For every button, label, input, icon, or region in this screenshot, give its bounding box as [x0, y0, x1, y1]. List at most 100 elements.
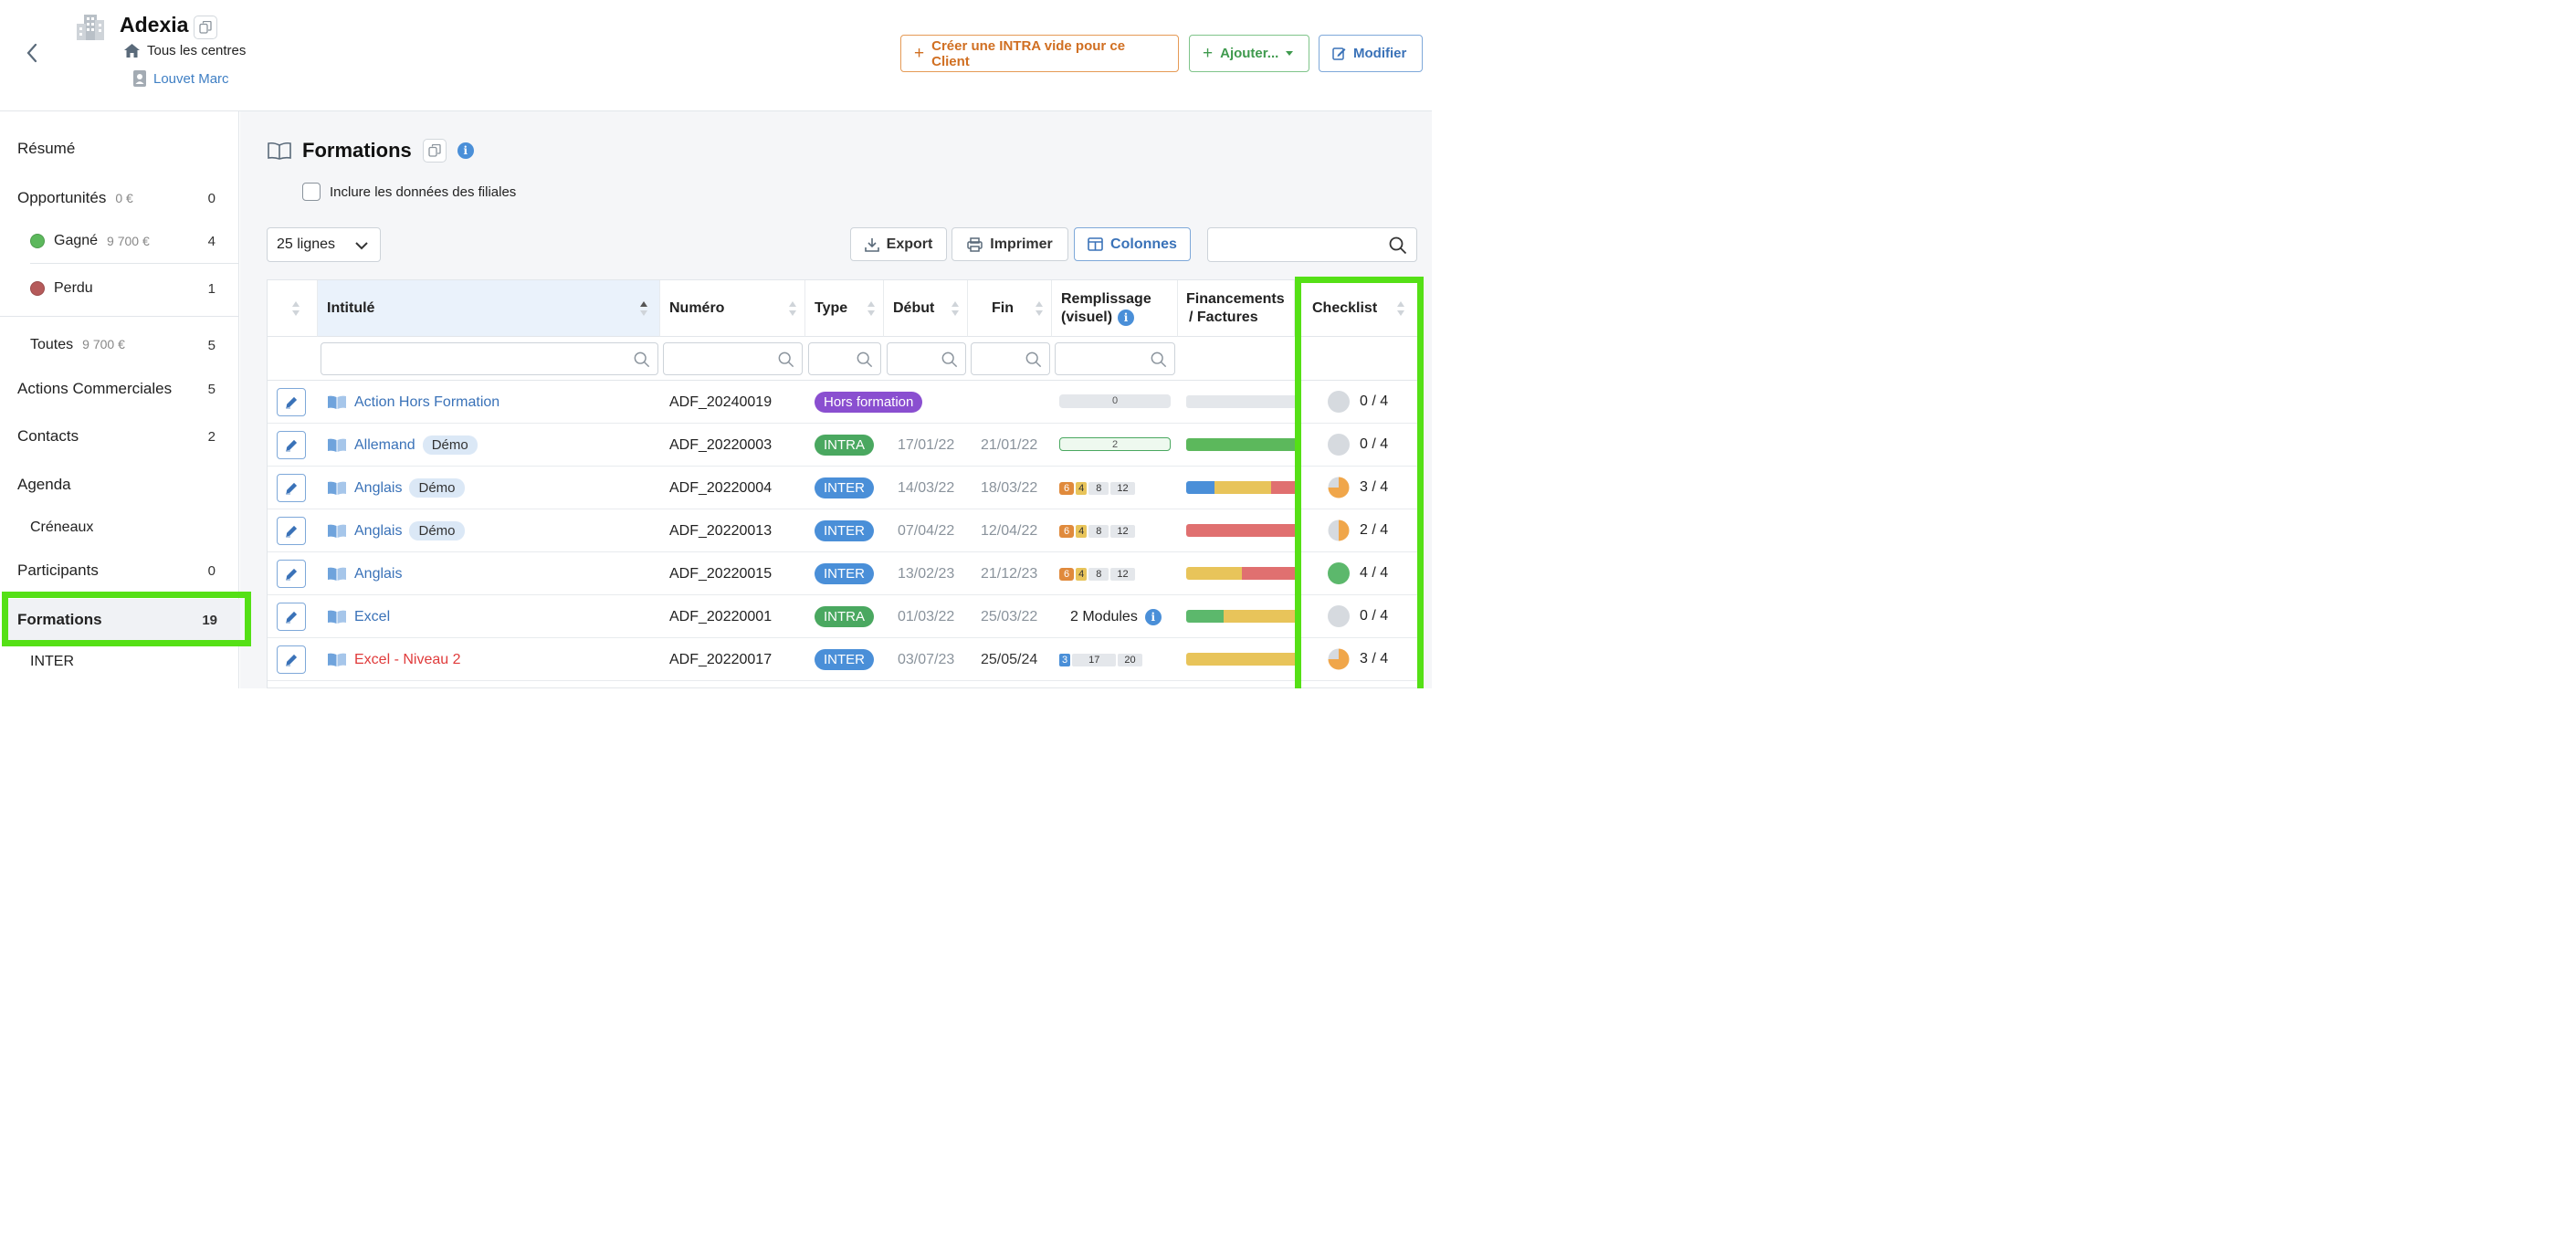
- table-row[interactable]: Anglais ADF_20220015 INTER 13/02/23 21/1…: [268, 552, 1418, 595]
- sidebar-item-label: Perdu: [54, 280, 93, 296]
- formation-title-link[interactable]: Excel - Niveau 2: [354, 652, 461, 668]
- print-label: Imprimer: [990, 236, 1053, 252]
- book-icon: [328, 610, 346, 624]
- sidebar-item-inter[interactable]: INTER: [0, 644, 239, 680]
- main-content: Formations i Inclure les données des fil…: [240, 111, 1432, 688]
- info-icon[interactable]: i: [1118, 309, 1135, 326]
- sidebar-item-contacts[interactable]: Contacts 2: [0, 418, 239, 455]
- owner-link[interactable]: Louvet Marc: [153, 71, 229, 87]
- column-header-actions[interactable]: [268, 280, 318, 337]
- highlight-checklist-column: [1295, 277, 1424, 688]
- book-icon: [328, 653, 346, 666]
- fill-segment: 8: [1088, 567, 1109, 581]
- columns-button[interactable]: Colonnes: [1074, 227, 1191, 261]
- user-badge-icon: [133, 70, 146, 87]
- create-intra-button[interactable]: + Créer une INTRA vide pour ce Client: [900, 35, 1179, 72]
- formation-title-link[interactable]: Action Hors Formation: [354, 394, 499, 411]
- column-header-intitule[interactable]: Intitulé: [318, 280, 660, 337]
- copy-button[interactable]: [194, 16, 217, 39]
- type-badge: INTRA: [815, 435, 874, 456]
- sidebar-item-opportunites[interactable]: Opportunités 0 € 0: [0, 180, 239, 216]
- column-header-type[interactable]: Type: [805, 280, 884, 337]
- column-header-financements[interactable]: Financements / Factures: [1178, 280, 1295, 337]
- info-icon[interactable]: i: [1144, 608, 1162, 625]
- sort-icon: [1036, 301, 1043, 316]
- sidebar-item-creneaux[interactable]: Créneaux: [0, 509, 239, 546]
- table-row[interactable]: Excel - Niveau 2 ADF_20220017 INTER 03/0…: [268, 638, 1418, 681]
- owner-line[interactable]: Louvet Marc: [133, 70, 229, 87]
- formation-title-link[interactable]: Anglais: [354, 566, 402, 582]
- book-icon: [328, 567, 346, 581]
- table-row[interactable]: Anglais Démo ADF_20220013 INTER 07/04/22 …: [268, 509, 1418, 552]
- column-header-numero[interactable]: Numéro: [660, 280, 805, 337]
- fill-segment: 17: [1072, 653, 1117, 666]
- rows-per-page-value: 25 lignes: [277, 236, 336, 252]
- fin-cell: 25/05/24: [981, 651, 1038, 667]
- search-icon: [857, 351, 873, 368]
- download-icon: [864, 237, 879, 252]
- sidebar-item-gagne[interactable]: Gagné 9 700 € 4: [0, 223, 239, 259]
- include-subsidiaries-row[interactable]: Inclure les données des filiales: [302, 183, 516, 201]
- sidebar-item-actions-commerciales[interactable]: Actions Commerciales 5: [0, 371, 239, 407]
- column-header-debut[interactable]: Début: [884, 280, 968, 337]
- home-icon: [124, 44, 140, 58]
- edit-row-button[interactable]: [277, 474, 306, 502]
- edit-row-button[interactable]: [277, 560, 306, 588]
- sidebar-item-resume[interactable]: Résumé: [0, 131, 239, 167]
- table-row[interactable]: Action Hors Formation ADF_20240019 Hors …: [268, 381, 1418, 424]
- filter-intitule-input[interactable]: [321, 342, 658, 375]
- edit-button[interactable]: Modifier: [1319, 35, 1423, 72]
- sidebar-item-count: 5: [207, 337, 216, 353]
- sidebar-item-count: 0: [207, 190, 216, 206]
- formation-title-link[interactable]: Excel: [354, 609, 390, 625]
- rows-per-page-select[interactable]: 25 lignes: [267, 227, 381, 262]
- caret-down-icon: [1286, 51, 1294, 56]
- table-row[interactable]: Excel ADF_20220001 INTRA 01/03/22 25/03/…: [268, 595, 1418, 638]
- export-button[interactable]: Export: [850, 227, 947, 261]
- filter-debut-input[interactable]: [887, 342, 966, 375]
- edit-row-button[interactable]: [277, 603, 306, 631]
- filter-remplissage-input[interactable]: [1055, 342, 1175, 375]
- pencil-icon: [286, 482, 298, 494]
- edit-row-button[interactable]: [277, 431, 306, 459]
- formation-title-link[interactable]: Anglais: [354, 523, 402, 540]
- sidebar-item-participants[interactable]: Participants 0: [0, 552, 239, 589]
- sidebar-item-label: Participants: [17, 561, 99, 579]
- column-header-fin[interactable]: Fin: [968, 280, 1052, 337]
- print-button[interactable]: Imprimer: [952, 227, 1068, 261]
- won-status-dot-icon: [30, 234, 45, 248]
- search-icon: [778, 351, 794, 368]
- info-icon[interactable]: i: [457, 142, 474, 159]
- edit-row-button[interactable]: [277, 388, 306, 416]
- sidebar-item-perdu[interactable]: Perdu 1: [0, 270, 239, 307]
- column-header-label: Numéro: [669, 299, 725, 316]
- formation-title-link[interactable]: Allemand: [354, 437, 415, 454]
- search-icon: [634, 351, 650, 368]
- sidebar-item-label: Contacts: [17, 427, 79, 445]
- add-dropdown-button[interactable]: + Ajouter...: [1189, 35, 1309, 72]
- table-row[interactable]: Allemand Démo ADF_20220003 INTRA 17/01/22…: [268, 424, 1418, 467]
- edit-row-button[interactable]: [277, 517, 306, 545]
- edit-row-button[interactable]: [277, 645, 306, 674]
- sidebar-item-label: Gagné: [54, 233, 99, 248]
- table-search-input[interactable]: [1207, 227, 1417, 262]
- formation-title-link[interactable]: Anglais: [354, 480, 402, 497]
- filter-type-input[interactable]: [808, 342, 881, 375]
- column-header-label: Début: [893, 299, 935, 316]
- debut-cell: 03/07/23: [898, 651, 955, 667]
- back-chevron-icon[interactable]: [26, 42, 44, 64]
- filter-fin-input[interactable]: [971, 342, 1050, 375]
- sidebar-item-agenda[interactable]: Agenda: [0, 467, 239, 503]
- page-header: Adexia Tous les centres Louvet Marc + Cr…: [0, 0, 1432, 111]
- sidebar-item-toutes[interactable]: Toutes 9 700 € 5: [0, 327, 239, 363]
- include-subsidiaries-checkbox[interactable]: [302, 183, 321, 201]
- column-header-sublabel: / Factures: [1189, 309, 1258, 325]
- column-header-remplissage[interactable]: Remplissage (visuel) i: [1052, 280, 1178, 337]
- table-row[interactable]: Anglais Démo ADF_20220004 INTER 14/03/22 …: [268, 467, 1418, 509]
- edit-label: Modifier: [1353, 46, 1407, 61]
- filter-numero-input[interactable]: [663, 342, 803, 375]
- copy-button[interactable]: [422, 139, 447, 163]
- fill-segment: 3: [1059, 653, 1071, 666]
- book-open-icon: [268, 142, 291, 160]
- type-badge: INTER: [815, 520, 874, 541]
